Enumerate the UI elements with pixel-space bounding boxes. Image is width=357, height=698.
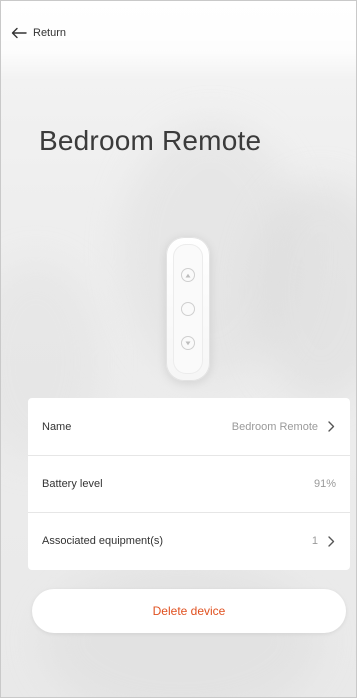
device-details-card: Name Bedroom Remote Battery level 91% As… [28,398,350,570]
background-blur [251,181,356,401]
delete-device-label: Delete device [152,604,226,618]
circle-icon [181,302,195,316]
remote-device-image [166,237,210,381]
detail-value: 91% [313,478,336,490]
background-blur [121,121,301,381]
top-bar [1,1,356,81]
detail-row-battery: Battery level 91% [28,455,350,512]
detail-value: 1 [311,535,318,547]
return-label: Return [33,27,67,39]
return-button[interactable]: Return [11,27,66,39]
detail-row-associated-equipment[interactable]: Associated equipment(s) 1 [28,512,350,569]
arrow-up-circle-icon [181,268,195,282]
detail-label: Name [42,420,72,433]
app-screen: Return Bedroom Remote Name Bedroom Remot… [0,0,357,698]
page-title: Bedroom Remote [39,125,262,156]
chevron-right-icon [326,535,336,547]
detail-label: Associated equipment(s) [42,535,164,547]
detail-label: Battery level [42,478,103,490]
arrow-left-icon [11,27,27,39]
delete-device-button[interactable]: Delete device [32,589,346,633]
chevron-right-icon [326,421,336,433]
arrow-down-circle-icon [181,336,195,350]
detail-row-name[interactable]: Name Bedroom Remote [28,398,350,455]
detail-value: Bedroom Remote [231,420,318,433]
